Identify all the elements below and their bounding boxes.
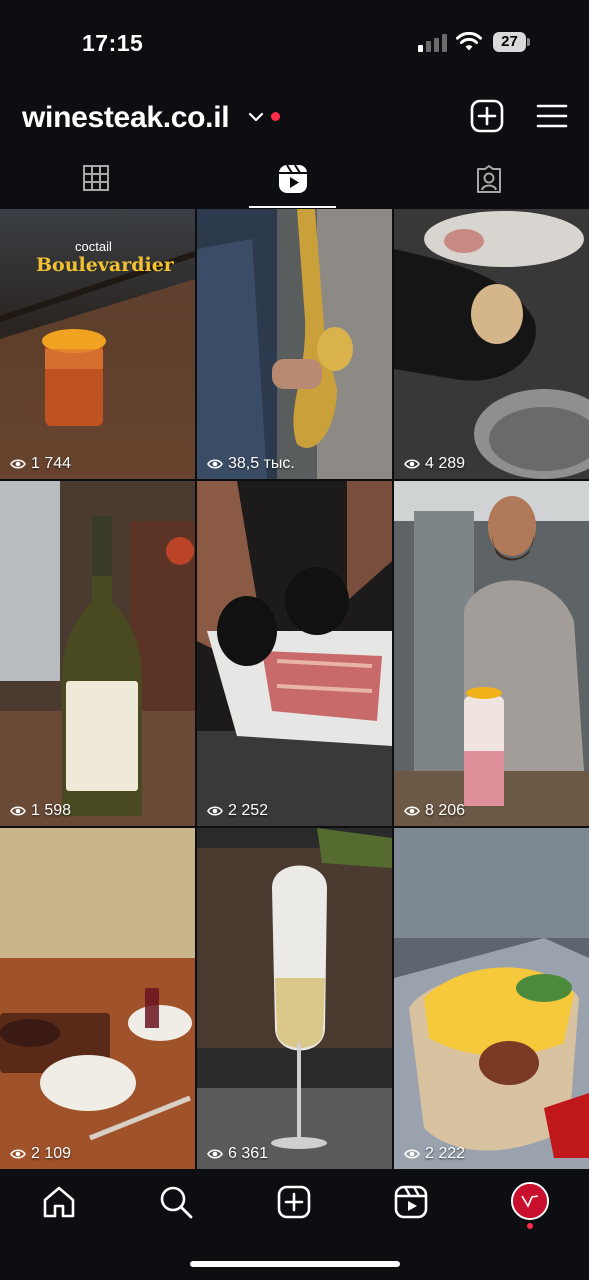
reel-thumbnail[interactable]: 1 598 [0,481,195,826]
eye-icon [207,459,223,469]
search-icon[interactable] [158,1184,194,1220]
wine-bottle-photo [0,481,195,826]
reel-thumbnail[interactable]: 2 222 [394,828,589,1169]
profile-tabs [0,158,589,208]
reels-grid: coctail Boulevardier 1 744 38,5 тыс. 4 2… [0,209,589,1169]
tab-reels[interactable] [244,158,342,208]
view-count-value: 1 598 [31,802,72,819]
view-count-value: 4 289 [425,455,466,472]
view-count: 4 289 [404,455,465,473]
battery-level: 27 [493,32,526,52]
notification-dot [527,1223,533,1229]
view-count: 1 598 [10,802,71,820]
reel-thumbnail[interactable]: coctail Boulevardier 1 744 [0,209,195,479]
notification-dot [271,112,280,121]
eye-icon [404,806,420,816]
quail-egg-photo [394,209,589,479]
home-icon[interactable] [41,1184,77,1220]
status-time: 17:15 [82,30,144,56]
chevron-down-icon[interactable] [248,109,264,125]
view-count-value: 2 252 [228,802,269,819]
steak-dinner-photo [0,828,195,1169]
reel-thumbnail[interactable]: 2 109 [0,828,195,1169]
create-icon[interactable] [276,1184,312,1220]
create-icon[interactable] [470,99,504,133]
menu-icon[interactable] [535,99,569,133]
eye-icon [10,459,26,469]
bartender-photo [394,481,589,826]
avatar[interactable] [511,1182,549,1220]
signal-icon [418,34,447,52]
reel-thumbnail[interactable]: 2 252 [197,481,392,826]
tab-tagged[interactable] [440,158,538,208]
view-count-value: 8 206 [425,802,466,819]
overlay-caption-small: coctail [75,239,112,254]
eye-icon [404,459,420,469]
taco-photo [394,828,589,1169]
view-count: 6 361 [207,1145,268,1163]
view-count: 2 222 [404,1145,465,1163]
profile-screen: 17:15 27 winesteak.co.il coctail Bouleva… [0,0,589,1280]
battery-icon: 27 [493,32,530,52]
eye-icon [404,1149,420,1159]
active-tab-indicator [249,206,336,208]
view-count: 38,5 тыс. [207,455,295,473]
view-count-value: 1 744 [31,455,72,472]
grid-icon [83,165,109,191]
tab-grid[interactable] [48,158,146,208]
eye-icon [207,806,223,816]
eye-icon [207,1149,223,1159]
eye-icon [10,806,26,816]
view-count: 2 109 [10,1145,71,1163]
home-indicator[interactable] [190,1261,400,1267]
view-count: 1 744 [10,455,71,473]
reel-thumbnail[interactable]: 6 361 [197,828,392,1169]
account-username[interactable]: winesteak.co.il [22,96,230,140]
view-count-value: 6 361 [228,1145,269,1162]
view-count-value: 2 109 [31,1145,72,1162]
reel-thumbnail[interactable]: 38,5 тыс. [197,209,392,479]
reel-thumbnail[interactable]: 4 289 [394,209,589,479]
saxophone-photo [197,209,392,479]
profile-header: winesteak.co.il [0,96,589,140]
reel-thumbnail[interactable]: 8 206 [394,481,589,826]
avatar-logo [513,1184,547,1218]
eye-icon [10,1149,26,1159]
status-bar: 17:15 27 [0,0,589,88]
view-count: 2 252 [207,802,268,820]
sliced-meat-photo [197,481,392,826]
tagged-icon [477,165,501,193]
view-count-value: 38,5 тыс. [228,455,295,472]
reels-icon [279,164,307,193]
view-count-value: 2 222 [425,1145,466,1162]
overlay-caption-title: Boulevardier [36,254,174,276]
view-count: 8 206 [404,802,465,820]
wifi-icon [456,32,482,51]
champagne-photo [197,828,392,1169]
reels-icon[interactable] [393,1184,429,1220]
